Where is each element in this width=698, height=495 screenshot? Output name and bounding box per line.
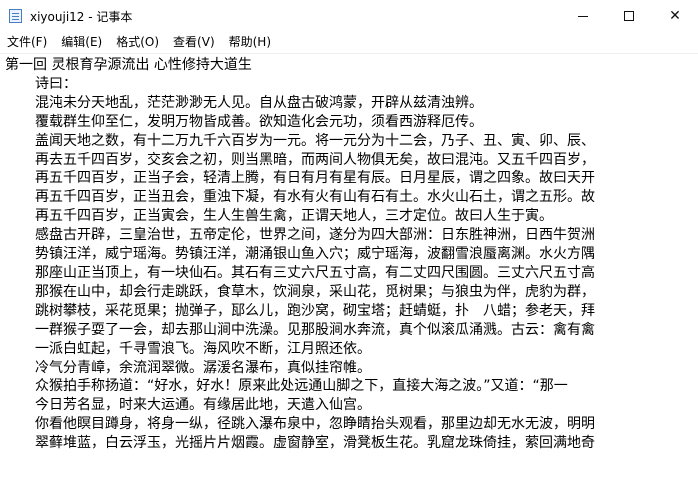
menu-bar: 文件(F) 编辑(E) 格式(O) 查看(V) 帮助(H) [0,32,698,52]
text-line: 再五千四百岁，正当丑会，重浊下凝，有水有火有山有石有土。水火山石土，谓之五形。故 [35,189,595,206]
text-line: 盖闻天地之数，有十二万九千六百岁为一元。将一元分为十二会，乃子、丑、寅、卯、辰、 [35,132,595,149]
text-editor-area[interactable]: 第一回 灵根育孕源流出 心性修持大道生 诗曰： 混沌未分天地乱，茫茫渺渺无人见。… [0,53,698,495]
maximize-icon [624,11,634,21]
text-line: 诗曰： [35,75,77,92]
text-line: 势镇汪洋，威宁瑶海。势镇汪洋，潮涌银山鱼入穴；威宁瑶海，波翻雪浪蜃离渊。水火方隅 [35,246,595,263]
notepad-window: xiyouji12 - 记事本 ✕ 文件(F) 编辑(E) 格式(O) 查看(V… [0,0,698,495]
close-icon: ✕ [669,8,681,24]
minimize-icon [578,15,588,17]
menu-view[interactable]: 查看(V) [166,32,222,52]
text-line: 混沌未分天地乱，茫茫渺渺无人见。自从盘古破鸿蒙，开辟从兹清浊辨。 [35,94,483,111]
text-line: 第一回 灵根育孕源流出 心性修持大道生 [5,57,252,73]
text-line: 再五千四百岁，正当子会，轻清上腾，有日有月有星有辰。日月星辰，谓之四象。故曰天开 [35,170,595,187]
text-line: 那座山正当顶上，有一块仙石。其石有三丈六尺五寸高，有二丈四尺围圆。三丈六尺五寸高 [35,264,595,281]
minimize-button[interactable] [560,0,606,32]
text-line: 翠藓堆蓝，白云浮玉，光摇片片烟霞。虚窗静室，滑凳板生花。乳窟龙珠倚挂，萦回满地奇 [35,435,595,452]
text-line: 跳树攀枝，采花觅果；抛弹子，邷么儿，跑沙窝，砌宝塔；赶蜻蜓，扑 八蜡；参老天，拜 [35,302,595,319]
text-line: 今日芳名显，时来大运通。有缘居此地，天遣入仙宫。 [35,397,371,414]
menu-edit[interactable]: 编辑(E) [54,32,109,52]
window-title: xiyouji12 - 记事本 [30,10,133,24]
menu-format[interactable]: 格式(O) [109,32,166,52]
title-bar[interactable]: xiyouji12 - 记事本 ✕ [0,0,698,32]
text-line: 你看他瞑目蹲身，将身一纵，径跳入瀑布泉中，忽睁睛抬头观看，那里边却无水无波，明明 [35,416,595,433]
text-line: 感盘古开辟，三皇治世，五帝定伦，世界之间，遂分为四大部洲：日东胜神洲，日西牛贺洲 [35,227,595,244]
close-button[interactable]: ✕ [652,0,698,32]
maximize-button[interactable] [606,0,652,32]
text-line: 一派白虹起，千寻雪浪飞。海风吹不断，江月照还依。 [35,340,371,357]
text-line: 覆载群生仰至仁，发明万物皆成善。欲知造化会元功，须看西游释厄传。 [35,113,483,130]
text-line: 再去五千四百岁，交亥会之初，则当黑暗，而两间人物俱无矣，故曰混沌。又五千四百岁， [35,151,595,168]
text-line: 一群猴子耍了一会，却去那山涧中洗澡。见那股涧水奔流，真个似滚瓜涌溅。古云：禽有禽 [35,321,595,338]
menu-file[interactable]: 文件(F) [0,32,54,52]
text-line: 冷气分青嶂，余流润翠微。潺湲名瀑布，真似挂帘帷。 [35,359,371,376]
text-line: 众猴拍手称扬道：“好水，好水！原来此处远通山脚之下，直接大海之波。”又道：“那一 [35,378,568,395]
text-line: 那猴在山中，却会行走跳跃，食草木，饮涧泉，采山花，觅树果；与狼虫为伴，虎豹为群， [35,283,595,300]
text-line: 再五千四百岁，正当寅会，生人生兽生禽，正谓天地人，三才定位。故曰人生于寅。 [35,208,553,225]
notepad-app-icon [9,9,22,23]
menu-help[interactable]: 帮助(H) [222,32,278,52]
document-text: 第一回 灵根育孕源流出 心性修持大道生 诗曰： 混沌未分天地乱，茫茫渺渺无人见。… [5,56,695,453]
